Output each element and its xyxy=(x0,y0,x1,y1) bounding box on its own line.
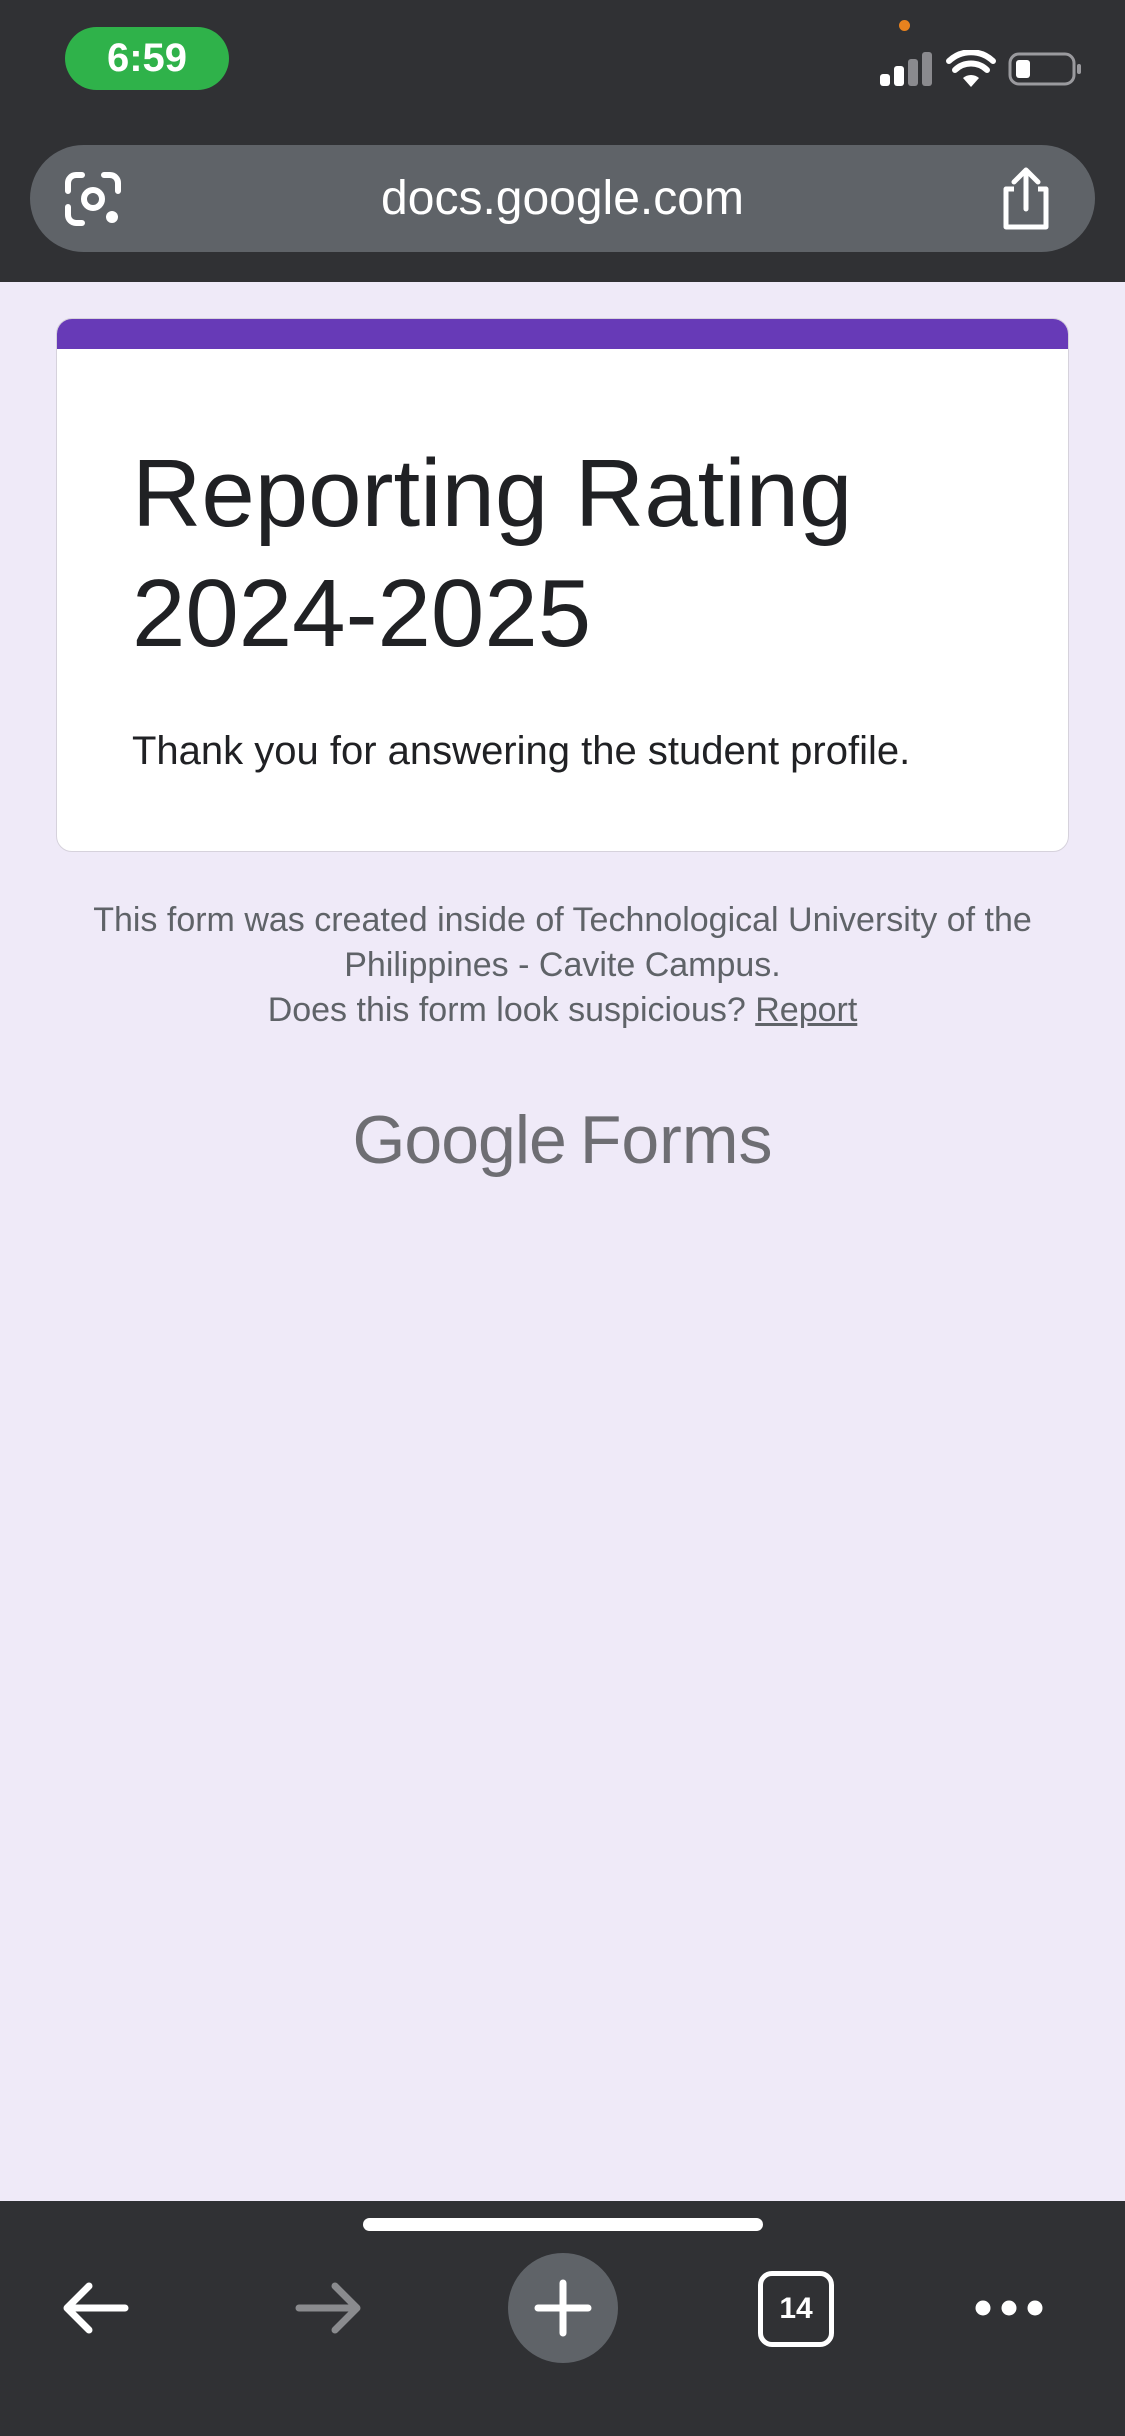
logo-google-text: Google xyxy=(352,1102,567,1178)
browser-top-chrome: 6:59 docs.google.com xyxy=(0,0,1125,282)
back-arrow-icon xyxy=(63,2282,129,2334)
more-horizontal-icon xyxy=(975,2300,1043,2316)
microphone-indicator-icon xyxy=(899,20,910,31)
form-confirmation-message: Thank you for answering the student prof… xyxy=(132,729,911,773)
form-confirmation-card: Reporting Rating 2024-2025 Thank you for… xyxy=(56,318,1069,852)
plus-icon xyxy=(534,2279,592,2337)
tab-switcher-button[interactable]: 14 xyxy=(758,2271,834,2347)
more-menu-button[interactable] xyxy=(964,2263,1054,2353)
suspicious-form-line: Does this form look suspicious? Report xyxy=(60,988,1065,1033)
suspicious-form-text: Does this form look suspicious? xyxy=(267,991,746,1029)
share-icon[interactable] xyxy=(996,165,1056,231)
address-bar[interactable]: docs.google.com xyxy=(30,145,1095,252)
report-link[interactable]: Report xyxy=(755,991,857,1029)
browser-screen: 6:59 docs.google.com Reporting Rating 20… xyxy=(0,0,1125,2436)
cellular-signal-icon xyxy=(880,52,932,86)
logo-forms-text: Forms xyxy=(579,1102,773,1178)
home-indicator[interactable] xyxy=(363,2218,763,2231)
organization-disclaimer: This form was created inside of Technolo… xyxy=(93,901,1032,984)
tab-count: 14 xyxy=(779,2292,813,2325)
new-tab-button[interactable] xyxy=(508,2253,618,2363)
google-forms-logo[interactable]: Google Forms xyxy=(0,1095,1125,1185)
form-title: Reporting Rating 2024-2025 xyxy=(132,440,853,667)
google-lens-icon[interactable] xyxy=(64,171,122,227)
browser-bottom-toolbar: 14 xyxy=(0,2201,1125,2436)
back-button[interactable] xyxy=(50,2263,140,2353)
battery-icon xyxy=(1008,52,1081,86)
status-time: 6:59 xyxy=(65,27,229,90)
forward-arrow-icon xyxy=(295,2282,361,2334)
forward-button[interactable] xyxy=(284,2263,374,2353)
form-footer-note: This form was created inside of Technolo… xyxy=(60,898,1065,1033)
form-accent-bar xyxy=(57,319,1068,349)
wifi-icon xyxy=(946,50,996,87)
url-text[interactable]: docs.google.com xyxy=(190,145,935,252)
